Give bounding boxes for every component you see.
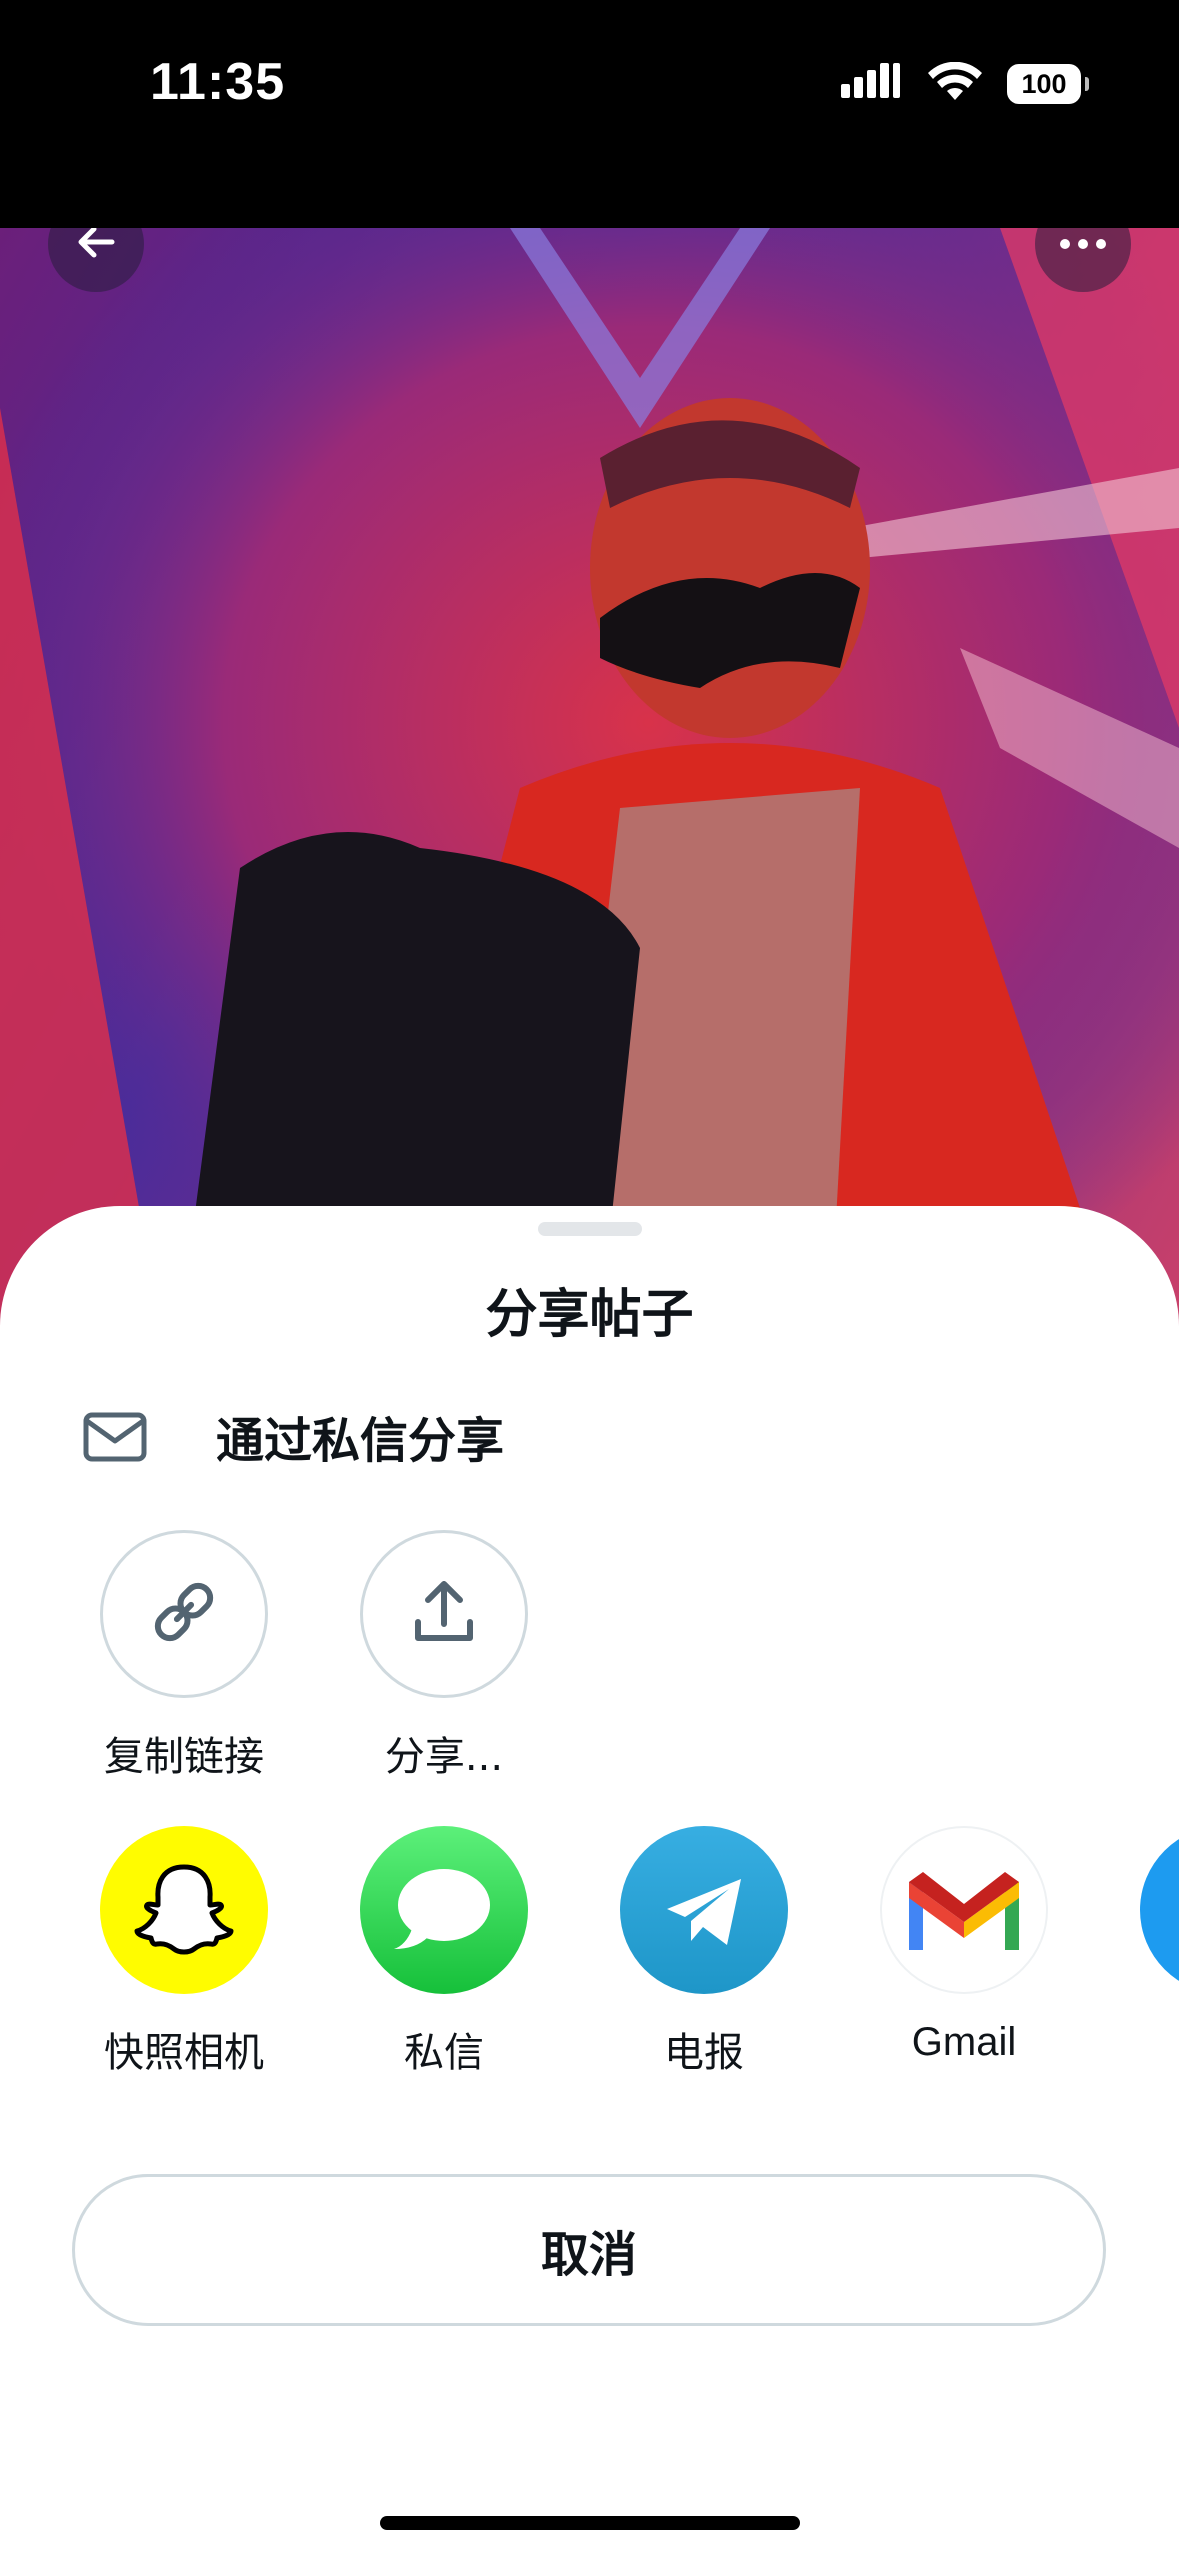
share-snapchat-button[interactable]: 快照相机 <box>64 1826 304 2078</box>
share-gmail-button[interactable]: Gmail <box>844 1826 1084 2065</box>
battery-icon: 100 <box>1007 64 1089 104</box>
messages-label: 私信 <box>404 2030 484 2076</box>
status-bar: 11:35 100 <box>0 0 1179 228</box>
messages-icon[interactable] <box>360 1826 528 1994</box>
share-more-circle[interactable] <box>360 1530 528 1698</box>
share-more-app-button[interactable] <box>1104 1826 1179 1994</box>
link-icon <box>144 1572 224 1656</box>
post-media-image <box>0 228 1179 1328</box>
share-upload-icon <box>404 1572 484 1656</box>
copy-link-label: 复制链接 <box>104 1734 264 1780</box>
share-via-dm-button[interactable]: 通过私信分享 <box>80 1386 1080 1486</box>
snapchat-label: 快照相机 <box>104 2030 264 2076</box>
copy-link-button[interactable]: 复制链接 <box>64 1530 304 1782</box>
sheet-grabber[interactable] <box>538 1222 642 1236</box>
ellipsis-icon <box>1059 235 1107 254</box>
telegram-icon[interactable] <box>620 1826 788 1994</box>
envelope-icon <box>80 1401 150 1471</box>
gmail-icon[interactable] <box>880 1826 1048 1994</box>
cellular-signal-icon <box>841 62 903 106</box>
share-more-label: 分享... <box>384 1734 504 1780</box>
snapchat-icon[interactable] <box>100 1826 268 1994</box>
home-indicator[interactable] <box>380 2516 800 2530</box>
share-more-button[interactable]: 分享... <box>324 1530 564 1782</box>
share-messages-button[interactable]: 私信 <box>324 1826 564 2078</box>
more-app-icon[interactable] <box>1140 1826 1179 1994</box>
share-sheet: 分享帖子 通过私信分享 复制链接 分享... 快照相机 私信 电报 Gmail … <box>0 1206 1179 2556</box>
share-via-dm-label: 通过私信分享 <box>216 1413 505 1469</box>
gmail-label: Gmail <box>911 2020 1017 2064</box>
screen: 11:35 100 分享帖子 通过私信分享 复制链接 分享... 快照相机 私信… <box>0 0 1179 2556</box>
telegram-label: 电报 <box>664 2030 744 2076</box>
wifi-icon <box>927 61 983 106</box>
status-time: 11:35 <box>150 53 286 111</box>
status-icons: 100 <box>841 61 1089 106</box>
share-telegram-button[interactable]: 电报 <box>584 1826 824 2078</box>
copy-link-circle[interactable] <box>100 1530 268 1698</box>
cancel-button[interactable]: 取消 <box>72 2174 1106 2326</box>
sheet-title: 分享帖子 <box>485 1285 694 1345</box>
